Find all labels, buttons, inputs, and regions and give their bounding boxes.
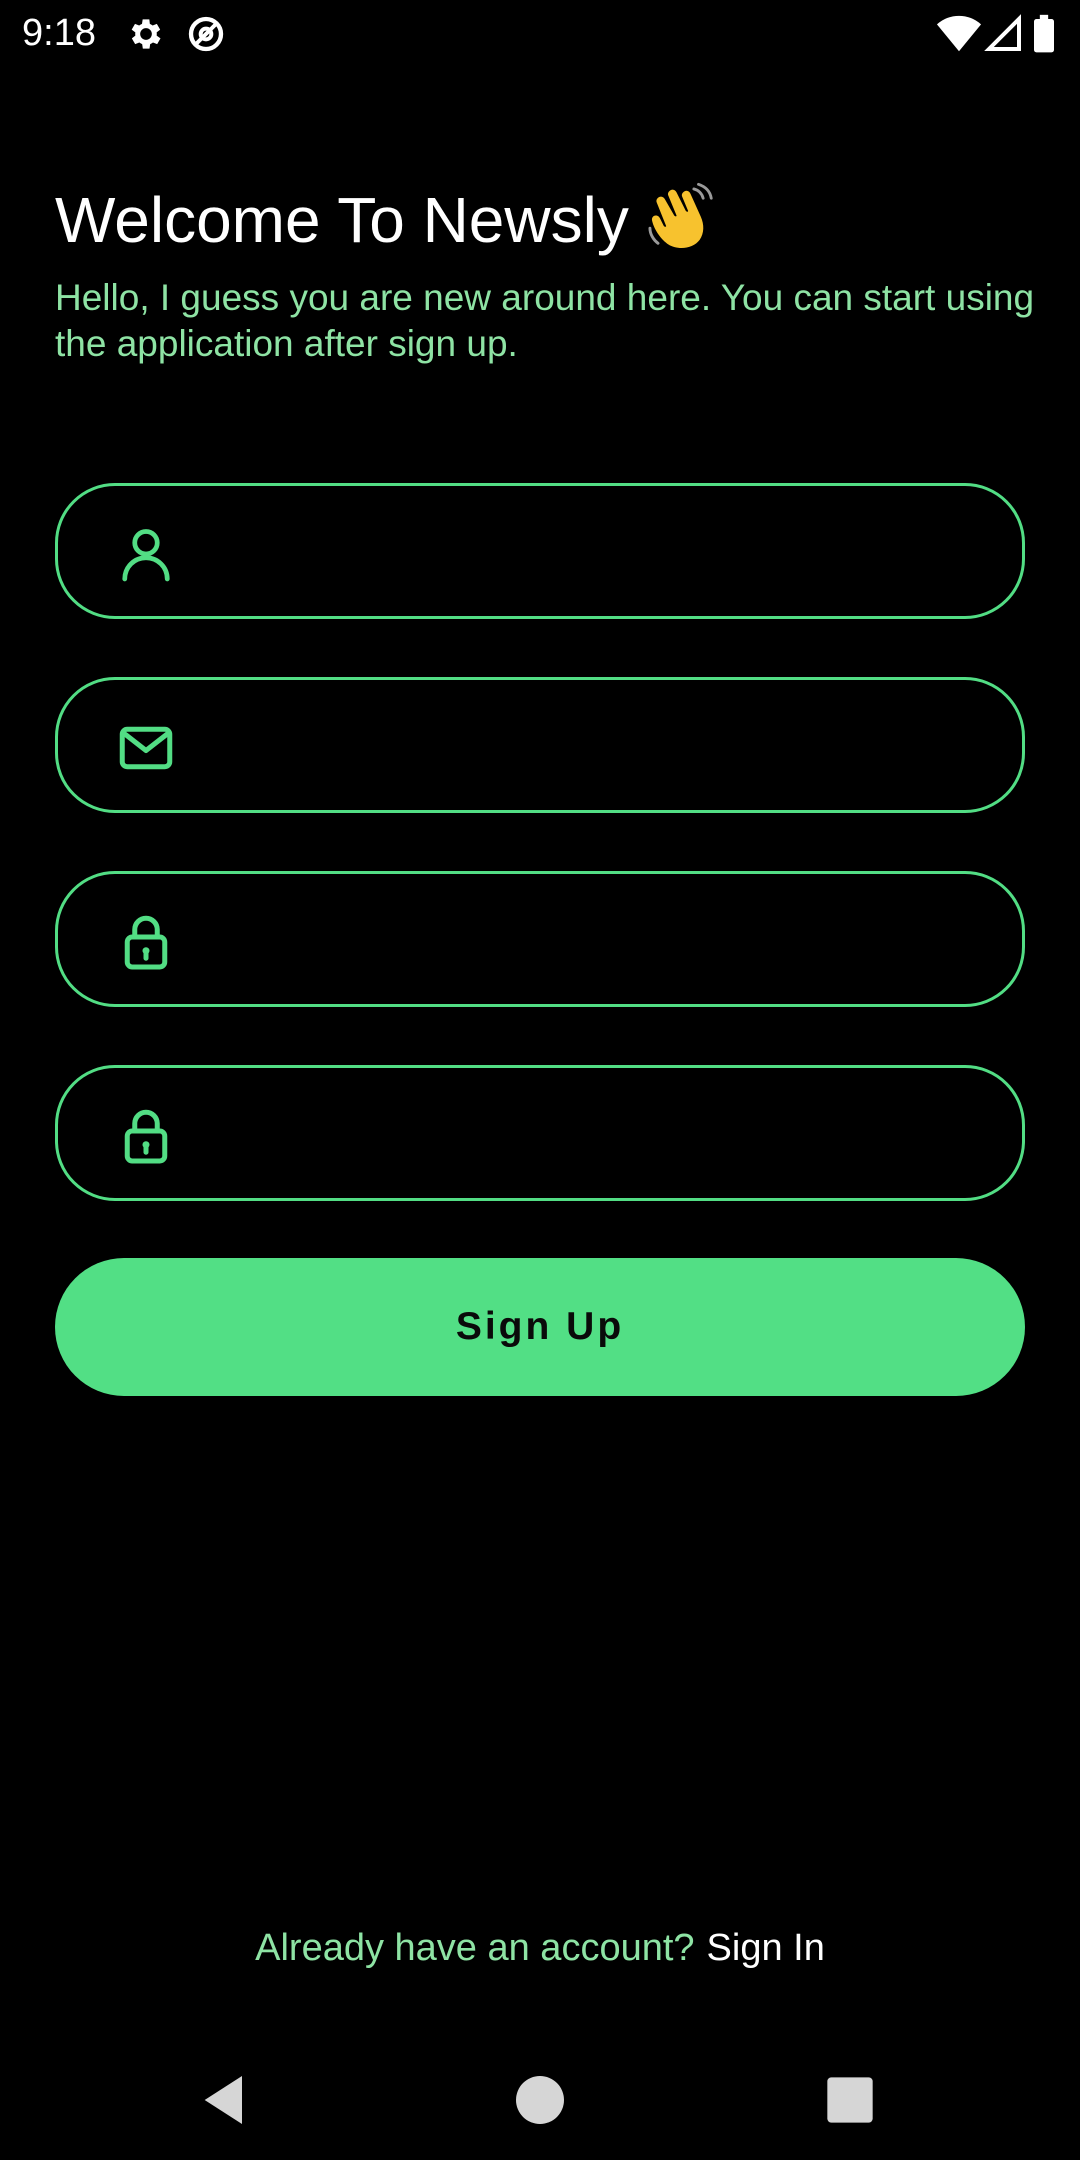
lock-icon — [116, 912, 176, 972]
at-sign-icon — [186, 14, 226, 54]
waving-hand-icon — [643, 182, 717, 256]
gear-icon — [126, 14, 166, 54]
navigation-bar — [0, 2040, 1080, 2160]
sign-in-question: Already have an account? — [255, 1927, 695, 1969]
confirm-password-input[interactable] — [198, 1088, 982, 1182]
sign-in-prompt: Already have an account? Sign In — [0, 1922, 1080, 1974]
username-input[interactable] — [198, 506, 982, 600]
back-icon[interactable] — [194, 2068, 258, 2132]
page-title: Welcome To Newsly — [55, 180, 717, 260]
sign-in-link[interactable]: Sign In — [707, 1927, 825, 1969]
signal-icon — [984, 14, 1024, 54]
user-icon — [116, 524, 176, 584]
page-title-text: Welcome To Newsly — [55, 184, 629, 256]
email-input[interactable] — [198, 700, 982, 794]
status-time: 9:18 — [22, 12, 96, 54]
lock-icon — [116, 1106, 176, 1166]
wifi-icon — [936, 14, 982, 54]
email-field[interactable] — [55, 677, 1025, 813]
home-icon[interactable] — [508, 2068, 572, 2132]
page-subtitle: Hello, I guess you are new around here. … — [55, 277, 1035, 364]
password-field[interactable] — [55, 871, 1025, 1007]
recents-icon[interactable] — [818, 2068, 882, 2132]
sign-up-button[interactable]: Sign Up — [55, 1258, 1025, 1396]
username-field[interactable] — [55, 483, 1025, 619]
status-bar: 9:18 — [0, 0, 1080, 66]
mail-icon — [116, 718, 176, 778]
battery-icon — [1030, 14, 1058, 54]
confirm-password-field[interactable] — [55, 1065, 1025, 1201]
password-input[interactable] — [198, 894, 982, 988]
